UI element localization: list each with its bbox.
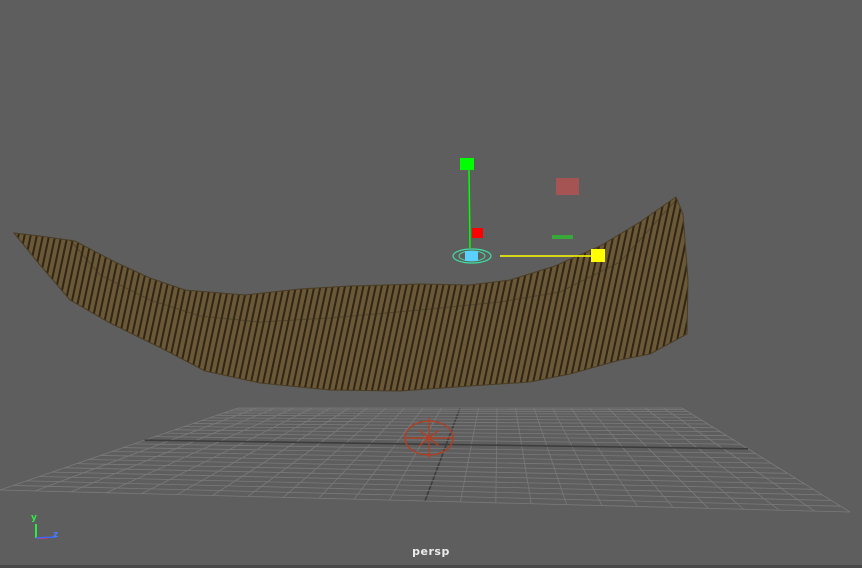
z-axis-handle[interactable] (472, 228, 483, 238)
x-axis-handle[interactable] (591, 249, 605, 262)
camera-name-label: persp (412, 545, 450, 558)
move-manipulator[interactable] (452, 158, 605, 264)
nurbs-surface[interactable] (12, 196, 689, 392)
xy-plane-handle[interactable] (556, 178, 579, 195)
viewport-scene[interactable] (0, 0, 862, 568)
center-handle[interactable] (452, 248, 492, 264)
perspective-viewport[interactable]: y z persp (0, 0, 862, 568)
ground-grid (0, 407, 851, 513)
axis-gizmo-y-label: y (31, 513, 37, 523)
axis-gizmo-z-label: z (53, 530, 59, 540)
y-axis-handle[interactable] (460, 158, 474, 170)
xz-plane-handle[interactable] (552, 235, 573, 239)
origin-locator[interactable] (404, 418, 454, 458)
